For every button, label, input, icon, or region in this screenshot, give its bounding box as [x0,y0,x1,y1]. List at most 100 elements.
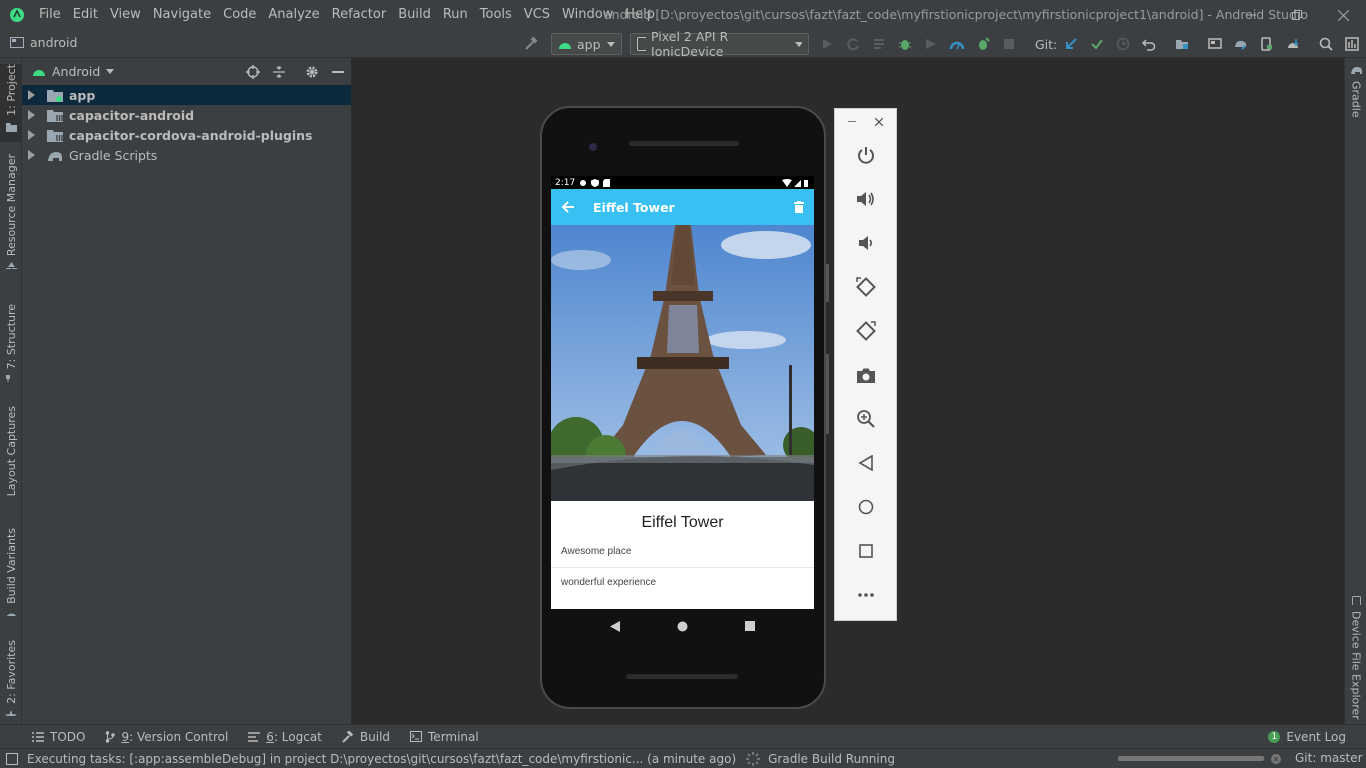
coverage-button[interactable] [922,35,940,53]
volume-down-button[interactable] [835,227,896,259]
menu-refactor[interactable]: Refactor [326,0,393,30]
menu-navigate[interactable]: Navigate [147,0,217,30]
tab-terminal[interactable]: Terminal [400,730,489,744]
zoom-button[interactable] [835,403,896,435]
extended-controls-button[interactable] [835,579,896,611]
expand-arrow-icon[interactable] [28,110,35,120]
circle-home-icon [858,499,873,515]
git-rollback-button[interactable] [1140,35,1158,53]
nav-home-icon[interactable] [677,621,688,632]
collapse-all-icon[interactable] [273,65,285,78]
profile-button[interactable] [948,35,966,53]
run-config-select[interactable]: app [551,33,622,55]
debug-button[interactable] [896,35,914,53]
menu-file[interactable]: File [33,0,67,30]
tree-item-app[interactable]: app [22,85,351,105]
close-icon[interactable] [875,118,883,126]
tab-favorites[interactable]: 2: Favorites [0,640,22,716]
folder-icon [5,122,17,132]
tab-project[interactable]: 1: Project [0,64,22,142]
apply-code-changes-button[interactable] [870,35,888,53]
back-button[interactable] [835,447,896,479]
menu-tools[interactable]: Tools [474,0,518,30]
power-button[interactable] [835,139,896,171]
logcat-icon [248,731,261,742]
project-view-selector[interactable]: Android [52,64,100,79]
bug-icon [899,40,911,50]
tab-layout-captures[interactable]: Layout Captures [0,406,22,502]
git-update-button[interactable] [1062,35,1080,53]
git-branch-widget[interactable]: Git: master [1295,751,1363,765]
menu-analyze[interactable]: Analyze [262,0,325,30]
back-arrow-icon[interactable] [561,201,575,213]
menu-build[interactable]: Build [392,0,437,30]
tab-device-file-explorer[interactable]: Device File Explorer [1345,596,1366,720]
gear-icon[interactable] [305,65,319,79]
tab-todo[interactable]: TODO [22,730,95,744]
cancel-task-icon[interactable] [1271,754,1281,764]
project-structure-button[interactable] [1173,35,1191,53]
restore-button[interactable] [1274,0,1320,30]
tab-structure[interactable]: 7: Structure [0,304,22,382]
minimize-icon[interactable] [848,121,856,123]
device-select[interactable]: Pixel 2 API R IonicDevice [630,29,809,59]
expand-arrow-icon[interactable] [28,90,35,100]
breadcrumb[interactable]: android [10,35,77,50]
rotate-left-button[interactable] [835,271,896,303]
hide-panel-icon[interactable] [332,70,344,73]
rotate-right-button[interactable] [835,315,896,347]
tab-logcat[interactable]: 6: Logcat [238,730,332,744]
overview-button[interactable] [835,535,896,567]
git-history-button[interactable] [1114,35,1132,53]
device-manager-button[interactable] [1258,35,1276,53]
nav-back-icon[interactable] [609,620,620,632]
chevron-down-icon [794,41,802,47]
layout-inspector-button[interactable] [1343,35,1361,53]
volume-up-button[interactable] [835,183,896,215]
tab-version-control[interactable]: 9: Version Control [95,730,238,744]
menu-vcs[interactable]: VCS [518,0,556,30]
tab-resource-manager[interactable]: Resource Manager [0,154,22,269]
menu-run[interactable]: Run [437,0,474,30]
minimize-icon [1246,14,1256,16]
tab-gradle[interactable]: Gradle [1345,66,1366,126]
sdk-manager-button[interactable] [1284,35,1302,53]
close-window-button[interactable] [1320,0,1366,30]
tree-item-gradle-scripts[interactable]: Gradle Scripts [22,145,351,165]
git-commit-button[interactable] [1088,35,1106,53]
tree-item-capacitor-cordova-android-plugins[interactable]: capacitor-cordova-android-plugins [22,125,351,145]
sync-gradle-button[interactable] [1232,35,1250,53]
make-project-button[interactable] [522,35,540,53]
locate-file-icon[interactable] [246,64,260,79]
bottom-speaker [626,674,738,679]
expand-arrow-icon[interactable] [28,150,35,160]
earpiece-speaker [629,141,739,146]
home-button[interactable] [835,491,896,523]
chevron-down-icon[interactable] [106,69,115,74]
tree-item-capacitor-android[interactable]: capacitor-android [22,105,351,125]
tab-event-log[interactable]: 1 Event Log [1258,730,1356,744]
menu-edit[interactable]: Edit [67,0,104,30]
attach-debugger-button[interactable] [974,35,992,53]
background-task-label[interactable]: Gradle Build Running [768,752,895,766]
tab-build-variants[interactable]: Build Variants [0,528,22,616]
nav-recents-icon[interactable] [745,621,756,631]
device-screen[interactable]: 2:17 Eiffel Tower Eiffel Tower Awesome p… [551,176,814,609]
close-icon [1337,9,1349,21]
chevron-down-icon [607,41,615,47]
expand-arrow-icon[interactable] [28,130,35,140]
trash-icon[interactable] [794,201,804,213]
hammer-icon [525,37,538,50]
screenshot-button[interactable] [835,359,896,391]
minimize-button[interactable] [1228,0,1274,30]
toggle-tool-windows-icon[interactable] [6,752,18,765]
run-button[interactable] [818,35,836,53]
menu-code[interactable]: Code [217,0,262,30]
menu-view[interactable]: View [104,0,147,30]
tab-build[interactable]: Build [332,730,400,744]
avd-manager-button[interactable] [1206,35,1224,53]
apply-changes-button[interactable] [844,35,862,53]
stop-button[interactable] [1000,35,1018,53]
status-message[interactable]: Executing tasks: [:app:assembleDebug] in… [27,752,736,766]
search-everywhere-button[interactable] [1317,35,1335,53]
